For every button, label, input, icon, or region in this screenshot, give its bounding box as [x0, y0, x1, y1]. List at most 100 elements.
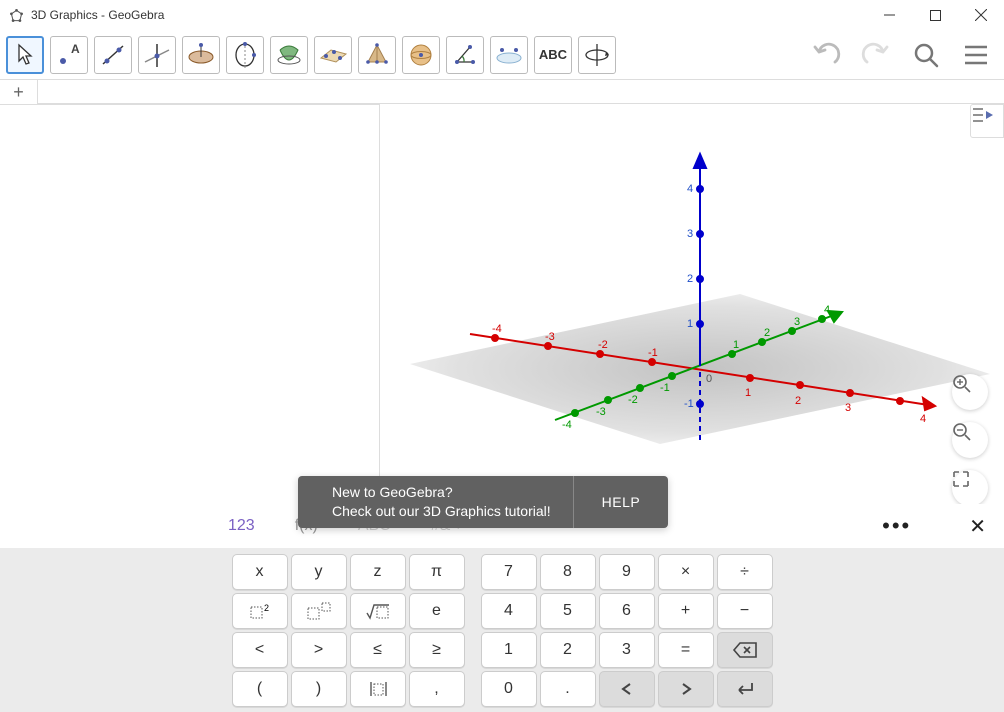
virtual-keyboard: x y z π 2 e < > ≤ ≥ ( ) , 7 8 9 × ÷ 4 5 … — [0, 548, 1004, 712]
pyramid-tool[interactable] — [358, 36, 396, 74]
key-equals[interactable]: = — [658, 632, 714, 668]
close-window-button[interactable] — [958, 0, 1004, 30]
key-9[interactable]: 9 — [599, 554, 655, 590]
key-pi[interactable]: π — [409, 554, 465, 590]
svg-text:1: 1 — [733, 339, 739, 351]
window-title: 3D Graphics - GeoGebra — [31, 8, 164, 22]
move-tool[interactable] — [6, 36, 44, 74]
menu-button[interactable] — [958, 37, 994, 73]
key-le[interactable]: ≤ — [350, 632, 406, 668]
svg-text:A: A — [71, 42, 80, 56]
reflect-tool[interactable] — [490, 36, 528, 74]
svg-text:2: 2 — [764, 327, 770, 339]
svg-text:-2: -2 — [628, 394, 638, 406]
kbd-close-button[interactable]: ✕ — [969, 514, 986, 539]
svg-text:-4: -4 — [492, 323, 502, 335]
origin-label: 0 — [706, 373, 712, 385]
angle-tool[interactable] — [446, 36, 484, 74]
kbd-tab-123[interactable]: 123 — [228, 517, 255, 535]
tutorial-line1: New to GeoGebra? — [332, 483, 551, 502]
svg-text:3: 3 — [845, 402, 851, 414]
svg-text:1: 1 — [687, 318, 693, 330]
svg-text:2: 2 — [264, 603, 269, 613]
key-lt[interactable]: < — [232, 632, 288, 668]
circle-axis-tool[interactable] — [226, 36, 264, 74]
tutorial-line2: Check out our 3D Graphics tutorial! — [332, 502, 551, 521]
zoom-in-button[interactable] — [952, 374, 988, 410]
text-tool[interactable]: ABC — [534, 36, 572, 74]
key-divide[interactable]: ÷ — [717, 554, 773, 590]
key-power[interactable] — [291, 593, 347, 629]
kbd-left-block: x y z π 2 e < > ≤ ≥ ( ) , — [232, 554, 465, 706]
tutorial-help-button[interactable]: HELP — [573, 476, 669, 528]
key-gt[interactable]: > — [291, 632, 347, 668]
key-z[interactable]: z — [350, 554, 406, 590]
kbd-right-block: 7 8 9 × ÷ 4 5 6 + − 1 2 3 = 0 . — [481, 554, 773, 706]
key-times[interactable]: × — [658, 554, 714, 590]
intersect-curves-tool[interactable] — [270, 36, 308, 74]
key-dot[interactable]: . — [540, 671, 596, 707]
key-4[interactable]: 4 — [481, 593, 537, 629]
sphere-tool[interactable] — [402, 36, 440, 74]
key-0[interactable]: 0 — [481, 671, 537, 707]
key-ge[interactable]: ≥ — [409, 632, 465, 668]
key-6[interactable]: 6 — [599, 593, 655, 629]
svg-text:4: 4 — [824, 304, 830, 316]
3d-graphics-view[interactable]: -4-3-2-1 1234 -4-3-2-1 1234 -1 1234 0 — [380, 104, 1004, 504]
key-7[interactable]: 7 — [481, 554, 537, 590]
svg-text:-3: -3 — [545, 331, 555, 343]
algebra-view[interactable] — [0, 104, 380, 504]
maximize-button[interactable] — [912, 0, 958, 30]
svg-text:4: 4 — [920, 413, 926, 425]
svg-text:-1: -1 — [684, 398, 694, 410]
toolbar: A ABC — [0, 30, 1004, 80]
key-right[interactable] — [658, 671, 714, 707]
key-left[interactable] — [599, 671, 655, 707]
app-icon — [8, 7, 25, 24]
key-plus[interactable]: + — [658, 593, 714, 629]
home-view-button[interactable] — [952, 470, 988, 504]
svg-text:-1: -1 — [648, 347, 658, 359]
zoom-out-button[interactable] — [952, 422, 988, 458]
redo-button[interactable] — [858, 37, 894, 73]
add-view-button[interactable]: + — [0, 80, 38, 104]
search-button[interactable] — [908, 37, 944, 73]
key-2[interactable]: 2 — [540, 632, 596, 668]
key-y[interactable]: y — [291, 554, 347, 590]
key-enter[interactable] — [717, 671, 773, 707]
minimize-button[interactable] — [866, 0, 912, 30]
key-minus[interactable]: − — [717, 593, 773, 629]
key-abs[interactable] — [350, 671, 406, 707]
work-area: -4-3-2-1 1234 -4-3-2-1 1234 -1 1234 0 — [0, 104, 1004, 504]
input-strip[interactable] — [38, 80, 1004, 104]
key-rparen[interactable]: ) — [291, 671, 347, 707]
key-1[interactable]: 1 — [481, 632, 537, 668]
key-8[interactable]: 8 — [540, 554, 596, 590]
key-x[interactable]: x — [232, 554, 288, 590]
titlebar: 3D Graphics - GeoGebra — [0, 0, 1004, 30]
undo-button[interactable] — [808, 37, 844, 73]
kbd-more-button[interactable]: ••• — [882, 513, 911, 539]
tutorial-tooltip: New to GeoGebra? Check out our 3D Graphi… — [298, 476, 668, 528]
key-e[interactable]: e — [409, 593, 465, 629]
key-sqrt[interactable] — [350, 593, 406, 629]
svg-text:3: 3 — [794, 316, 800, 328]
point-tool[interactable]: A — [50, 36, 88, 74]
perpendicular-tool[interactable] — [138, 36, 176, 74]
svg-text:-1: -1 — [660, 382, 670, 394]
key-lparen[interactable]: ( — [232, 671, 288, 707]
key-square[interactable]: 2 — [232, 593, 288, 629]
key-comma[interactable]: , — [409, 671, 465, 707]
svg-text:2: 2 — [795, 395, 801, 407]
key-3[interactable]: 3 — [599, 632, 655, 668]
line-tool[interactable] — [94, 36, 132, 74]
rotate-view-tool[interactable] — [578, 36, 616, 74]
3d-scene: -4-3-2-1 1234 -4-3-2-1 1234 -1 1234 0 — [380, 104, 1004, 504]
svg-text:4: 4 — [687, 183, 693, 195]
plane-3points-tool[interactable] — [314, 36, 352, 74]
svg-text:3: 3 — [687, 228, 693, 240]
svg-text:-2: -2 — [598, 339, 608, 351]
key-5[interactable]: 5 — [540, 593, 596, 629]
polygon-tool[interactable] — [182, 36, 220, 74]
key-backspace[interactable] — [717, 632, 773, 668]
